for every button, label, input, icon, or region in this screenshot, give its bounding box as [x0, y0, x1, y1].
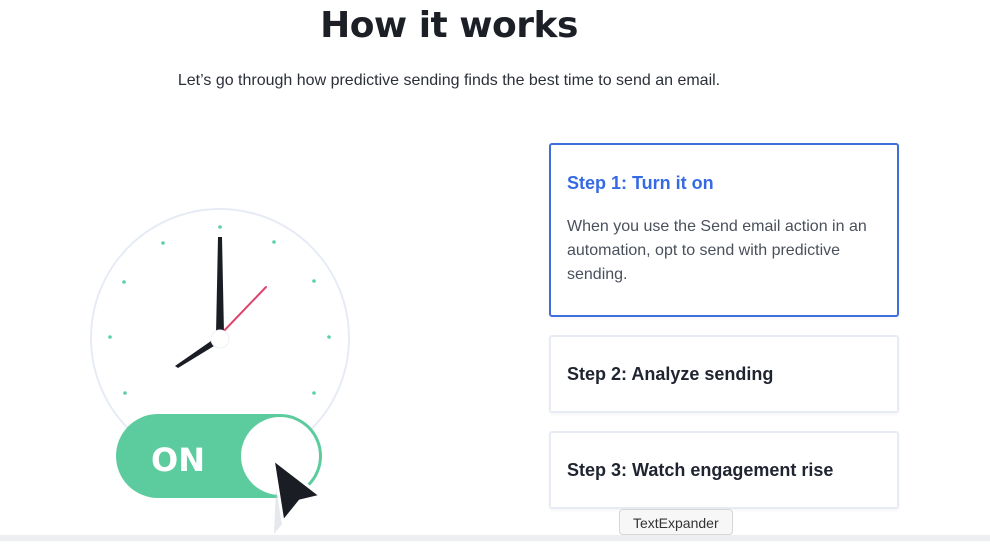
step-1-description: When you use the Send email action in an…	[567, 218, 867, 283]
page-title: How it works	[320, 5, 578, 46]
page-subtitle: Let’s go through how predictive sending …	[177, 72, 721, 89]
step-3-card[interactable]: Step 3: Watch engagement rise	[549, 431, 899, 509]
clock-toggle-illustration: ON	[80, 200, 360, 541]
step-1-title: Step 1: Turn it on	[567, 173, 714, 193]
bottom-bar	[0, 535, 990, 541]
step-2-card[interactable]: Step 2: Analyze sending	[549, 335, 899, 413]
step-1-card[interactable]: Step 1: Turn it on When you use the Send…	[549, 143, 899, 317]
textexpander-tooltip: TextExpander	[619, 509, 733, 535]
step-2-title: Step 2: Analyze sending	[567, 364, 774, 384]
clock-illustration: ON	[90, 208, 350, 534]
toggle-label: ON	[151, 441, 205, 479]
step-3-title: Step 3: Watch engagement rise	[567, 460, 834, 480]
